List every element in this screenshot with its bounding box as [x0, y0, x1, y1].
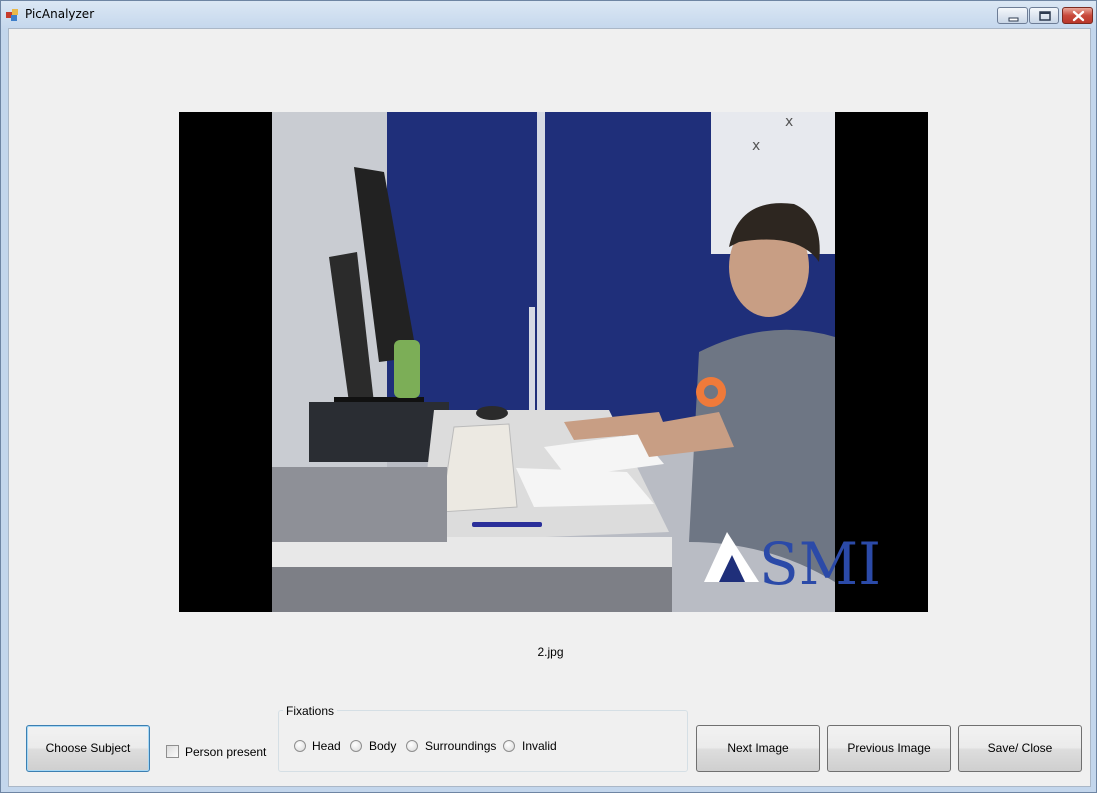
app-window: PicAnalyzer x x SMI 2.jpg Choose Subject…: [0, 0, 1097, 793]
title-bar[interactable]: PicAnalyzer: [1, 1, 1096, 28]
maximize-button[interactable]: [1029, 7, 1059, 24]
window-title: PicAnalyzer: [25, 7, 95, 21]
radio-invalid-label[interactable]: Invalid: [522, 739, 557, 753]
image-filename: 2.jpg: [537, 645, 564, 659]
svg-text:x: x: [752, 138, 760, 154]
svg-text:x: x: [785, 114, 793, 130]
radio-invalid[interactable]: [503, 740, 515, 752]
radio-body[interactable]: [350, 740, 362, 752]
close-icon: [1072, 10, 1085, 22]
radio-body-label[interactable]: Body: [369, 739, 396, 753]
fixations-groupbox-title: Fixations: [283, 704, 338, 718]
maximize-icon: [1039, 11, 1051, 21]
image-viewer: x x SMI: [179, 112, 928, 612]
radio-surroundings-label[interactable]: Surroundings: [425, 739, 496, 753]
person-present-label[interactable]: Person present: [185, 745, 266, 759]
person-present-checkbox[interactable]: [166, 745, 179, 758]
svg-text:SMI: SMI: [759, 530, 881, 598]
radio-head-label[interactable]: Head: [312, 739, 341, 753]
scene-photo: x x SMI: [179, 112, 928, 612]
save-close-button[interactable]: Save/ Close: [958, 725, 1082, 772]
choose-subject-button[interactable]: Choose Subject: [26, 725, 150, 772]
minimize-icon: [1008, 17, 1019, 22]
app-icon: [6, 8, 20, 22]
next-image-button[interactable]: Next Image: [696, 725, 820, 772]
main-panel: x x SMI 2.jpg Choose Subject Person pres…: [8, 28, 1091, 787]
radio-surroundings[interactable]: [406, 740, 418, 752]
minimize-button[interactable]: [997, 7, 1028, 24]
close-button[interactable]: [1062, 7, 1093, 24]
previous-image-button[interactable]: Previous Image: [827, 725, 951, 772]
radio-head[interactable]: [294, 740, 306, 752]
